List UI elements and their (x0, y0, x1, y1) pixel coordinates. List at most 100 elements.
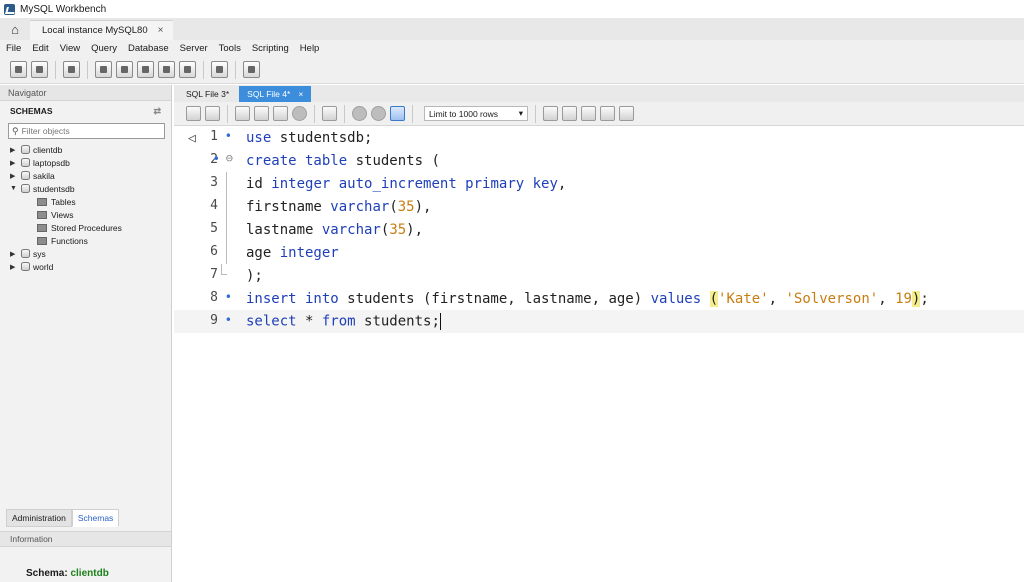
schema-label: studentsdb (33, 183, 75, 194)
toolbar-separator (535, 104, 536, 123)
open-sql-file-icon[interactable] (31, 61, 48, 78)
menu-server[interactable]: Server (180, 43, 208, 54)
commit-icon[interactable] (352, 106, 367, 121)
code-line-2[interactable]: 2 • ⊖ create table students ( (174, 149, 1024, 172)
create-procedure-icon[interactable] (158, 61, 175, 78)
tree-item-tables[interactable]: Tables (10, 195, 171, 208)
expand-arrow-icon[interactable]: ▶ (10, 250, 18, 258)
schema-item-world[interactable]: ▶ world (10, 260, 171, 273)
line-gutter: 1 • (174, 126, 232, 149)
inspector-icon[interactable] (63, 61, 80, 78)
information-header: Information (0, 531, 171, 547)
code-text: ); (246, 267, 263, 284)
line-number: 9 (210, 313, 218, 328)
expand-arrow-icon[interactable]: ▶ (10, 263, 18, 271)
sql-editor[interactable]: ◁ 1 • use studentsdb; 2 • ⊖ create table… (174, 126, 1024, 582)
database-icon (21, 158, 30, 167)
database-icon (21, 171, 30, 180)
limit-rows-select[interactable]: Limit to 1000 rows ▾ (424, 106, 528, 121)
schema-item-laptopsdb[interactable]: ▶ laptopsdb (10, 156, 171, 169)
fold-line (226, 172, 227, 195)
menu-query[interactable]: Query (91, 43, 117, 54)
line-number: 4 (210, 198, 218, 213)
fold-toggle-icon[interactable]: ⊖ (226, 151, 233, 165)
schema-info-value: clientdb (70, 568, 109, 579)
explain-icon[interactable] (273, 106, 288, 121)
schema-item-sys[interactable]: ▶ sys (10, 247, 171, 260)
schema-item-studentsdb[interactable]: ▼ studentsdb (10, 182, 171, 195)
rollback-icon[interactable] (371, 106, 386, 121)
menu-bar: File Edit View Query Database Server Too… (0, 40, 1024, 56)
open-file-icon[interactable] (186, 106, 201, 121)
code-line-7[interactable]: 7 ); (174, 264, 1024, 287)
code-line-3[interactable]: 3 id integer auto_increment primary key, (174, 172, 1024, 195)
code-line-4[interactable]: 4 firstname varchar(35), (174, 195, 1024, 218)
execute-icon[interactable] (235, 106, 250, 121)
tab-schemas[interactable]: Schemas (71, 509, 120, 527)
schema-item-clientdb[interactable]: ▶ clientdb (10, 143, 171, 156)
schema-item-sakila[interactable]: ▶ sakila (10, 169, 171, 182)
save-icon[interactable] (205, 106, 220, 121)
collapse-arrow-icon[interactable]: ▼ (10, 185, 18, 192)
toggle-error-stop-icon[interactable] (322, 106, 337, 121)
reconnect-icon[interactable] (243, 61, 260, 78)
execute-current-icon[interactable] (254, 106, 269, 121)
tab-sql-file-3[interactable]: SQL File 3* (178, 86, 238, 102)
menu-file[interactable]: File (6, 43, 21, 54)
statement-dot-icon: • (212, 152, 220, 166)
schema-label: sys (33, 248, 46, 259)
fold-line (226, 195, 227, 218)
home-icon[interactable]: ⌂ (0, 18, 30, 40)
chevron-down-icon: ▾ (518, 108, 523, 118)
schema-info: Schema: clientdb (26, 568, 109, 579)
tree-item-label: Views (51, 209, 74, 220)
create-view-icon[interactable] (137, 61, 154, 78)
code-line-1[interactable]: 1 • use studentsdb; (174, 126, 1024, 149)
beautify-icon[interactable] (562, 106, 577, 121)
menu-database[interactable]: Database (128, 43, 169, 54)
invisible-chars-icon[interactable] (600, 106, 615, 121)
schema-label: laptopsdb (33, 157, 70, 168)
fold-line (226, 241, 227, 264)
schema-info-label: Schema: (26, 568, 68, 579)
new-sql-tab-icon[interactable] (10, 61, 27, 78)
menu-scripting[interactable]: Scripting (252, 43, 289, 54)
tree-item-stored-procedures[interactable]: Stored Procedures (10, 221, 171, 234)
find-replace-icon[interactable] (581, 106, 596, 121)
menu-help[interactable]: Help (300, 43, 320, 54)
toolbar-separator (87, 60, 88, 79)
code-line-8[interactable]: 8 • insert into students (firstname, las… (174, 287, 1024, 310)
search-table-data-icon[interactable] (211, 61, 228, 78)
filter-objects-input[interactable] (21, 126, 162, 136)
menu-view[interactable]: View (60, 43, 80, 54)
statement-dot-icon: • (224, 313, 232, 327)
line-number: 7 (210, 267, 218, 282)
code-line-5[interactable]: 5 lastname varchar(35), (174, 218, 1024, 241)
word-wrap-icon[interactable] (619, 106, 634, 121)
expand-arrow-icon[interactable]: ▶ (10, 146, 18, 154)
code-line-9[interactable]: 9 • select * from students; (174, 310, 1024, 333)
tree-item-functions[interactable]: Functions (10, 234, 171, 247)
code-text: use studentsdb; (246, 129, 373, 146)
menu-tools[interactable]: Tools (219, 43, 241, 54)
close-icon[interactable]: × (158, 25, 164, 36)
menu-edit[interactable]: Edit (32, 43, 48, 54)
refresh-icon[interactable]: ⇄ (153, 106, 161, 117)
schema-label: world (33, 261, 54, 272)
fold-line (226, 218, 227, 241)
connection-tab[interactable]: Local instance MySQL80 × (30, 20, 174, 40)
create-function-icon[interactable] (179, 61, 196, 78)
close-icon[interactable]: × (298, 89, 303, 99)
add-snippet-icon[interactable] (543, 106, 558, 121)
tab-administration[interactable]: Administration (6, 509, 72, 527)
code-line-6[interactable]: 6 age integer (174, 241, 1024, 264)
expand-arrow-icon[interactable]: ▶ (10, 159, 18, 167)
tab-sql-file-4[interactable]: SQL File 4* × (239, 86, 312, 102)
create-table-icon[interactable] (116, 61, 133, 78)
create-schema-icon[interactable] (95, 61, 112, 78)
expand-arrow-icon[interactable]: ▶ (10, 172, 18, 180)
auto-commit-icon[interactable] (390, 106, 405, 121)
stop-icon[interactable] (292, 106, 307, 121)
limit-rows-value: Limit to 1000 rows (429, 108, 498, 119)
tree-item-views[interactable]: Views (10, 208, 171, 221)
